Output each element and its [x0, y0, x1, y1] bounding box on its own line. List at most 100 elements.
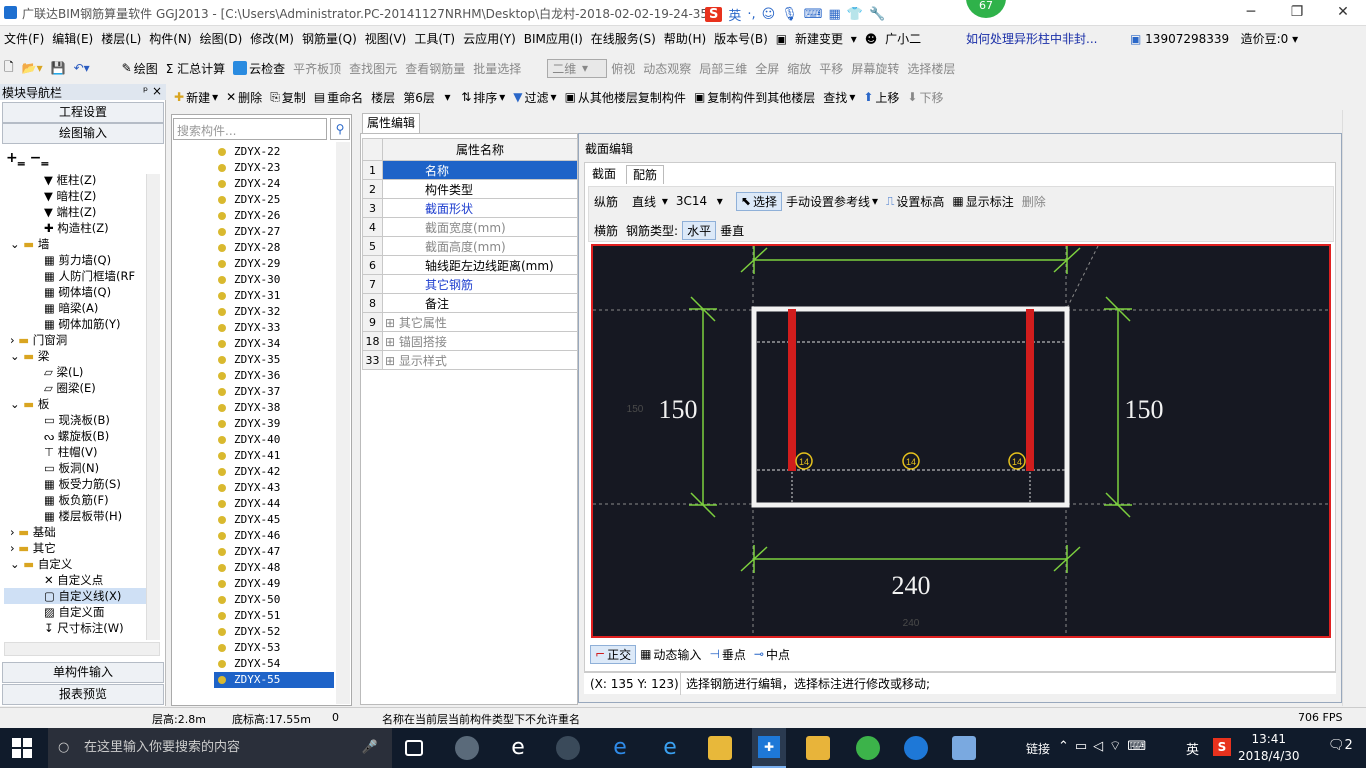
list-item[interactable]: ZDYX-37 [214, 384, 334, 400]
sort-button[interactable]: ⇅ 排序 ▾ [457, 89, 509, 106]
mic-icon[interactable]: 🎤 [362, 728, 378, 768]
sogou-tray-icon[interactable]: S [1213, 738, 1231, 756]
rebar-spec-select[interactable]: 3C14 ▾ [672, 194, 736, 208]
nav-pin-close[interactable]: ᵖ × [143, 84, 162, 98]
mic-icon[interactable]: 🎙 [781, 7, 798, 22]
search-icon[interactable]: ⚲ [330, 118, 350, 140]
tree-item[interactable]: ▦ 板负筋(F) [4, 492, 148, 508]
section-outline[interactable] [751, 306, 1070, 508]
undo-icon[interactable]: ↶▾ [70, 61, 94, 75]
main-scrollbar[interactable] [1342, 110, 1360, 706]
list-item[interactable]: ZDYX-44 [214, 496, 334, 512]
find-button[interactable]: 查找 ▾ [819, 89, 859, 106]
tree-item[interactable]: ᔓ 螺旋板(B) [4, 428, 148, 444]
list-item[interactable]: ZDYX-36 [214, 368, 334, 384]
tree-item[interactable]: ▦ 剪力墙(Q) [4, 252, 148, 268]
batch-select-button[interactable]: 批量选择 [469, 60, 525, 77]
copy-from-floor-button[interactable]: ▣ 从其他楼层复制构件 [561, 89, 690, 106]
filter-button[interactable]: ▼ 过滤 ▾ [509, 89, 560, 106]
list-item[interactable]: ZDYX-53 [214, 640, 334, 656]
notification-icon[interactable]: 🗨2 [1328, 738, 1353, 753]
menu-component[interactable]: 构件(N) [145, 30, 195, 47]
list-item[interactable]: ZDYX-31 [214, 288, 334, 304]
smile-icon[interactable]: ☺ [762, 7, 776, 22]
list-item[interactable]: ZDYX-46 [214, 528, 334, 544]
tree-item[interactable]: ▦ 板受力筋(S) [4, 476, 148, 492]
list-item[interactable]: ZDYX-40 [214, 432, 334, 448]
rotate-screen-button[interactable]: 屏幕旋转 [847, 60, 903, 77]
fullscreen-button[interactable]: 全屏 [751, 60, 783, 77]
floor-select[interactable]: 第6层 ▾ [399, 89, 457, 106]
open-file-icon[interactable]: 📂▾ [18, 61, 47, 75]
list-item[interactable]: ZDYX-25 [214, 192, 334, 208]
list-item[interactable]: ZDYX-30 [214, 272, 334, 288]
list-item[interactable]: ZDYX-48 [214, 560, 334, 576]
menu-file[interactable]: 文件(F) [0, 30, 48, 47]
section-canvas[interactable]: 14 14 14 150 150 240 150 240 [591, 244, 1331, 638]
tree-folder[interactable]: › ▬ 基础 [4, 524, 148, 540]
perpendicular-button[interactable]: ⊣ 垂点 [705, 646, 749, 663]
list-item[interactable]: ZDYX-41 [214, 448, 334, 464]
tab-property-edit[interactable]: 属性编辑 [362, 113, 420, 133]
task-view-icon[interactable] [405, 740, 423, 756]
cloud-check-button[interactable]: 云检查 [229, 60, 289, 77]
midpoint-button[interactable]: ⊸ 中点 [750, 646, 794, 663]
new-file-icon[interactable]: 🗋 [0, 58, 18, 79]
list-item[interactable]: ZDYX-43 [214, 480, 334, 496]
tree-item[interactable]: ▼ 暗柱(Z) [4, 188, 148, 204]
summary-calc-button[interactable]: Σ 汇总计算 [162, 60, 229, 77]
new-component-button[interactable]: ✚ 新建 ▾ [170, 89, 222, 106]
tree-folder[interactable]: ⌄ ▬ 墙 [4, 236, 148, 252]
score-badge[interactable]: 67 [966, 0, 1006, 18]
tree-item[interactable]: ▭ 现浇板(B) [4, 412, 148, 428]
taskbar-search[interactable]: ○ 在这里输入你要搜索的内容 🎤 [48, 728, 392, 768]
menu-bim[interactable]: BIM应用(I) [520, 30, 587, 47]
line-type-select[interactable]: 直线 ▾ [628, 193, 672, 210]
list-item[interactable]: ZDYX-38 [214, 400, 334, 416]
browser-icon[interactable] [556, 736, 580, 760]
single-input-button[interactable]: 单构件输入 [2, 662, 164, 683]
rebar-marker-1[interactable]: 14 [795, 452, 813, 470]
select-floor-button[interactable]: 选择楼层 [903, 60, 959, 77]
tab-rebar[interactable]: 配筋 [626, 165, 665, 184]
list-item[interactable]: ZDYX-27 [214, 224, 334, 240]
menu-modify[interactable]: 修改(M) [246, 30, 298, 47]
list-item[interactable]: ZDYX-22 [214, 144, 334, 160]
windows-start-icon[interactable] [12, 738, 32, 758]
find-element-button[interactable]: 查找图元 [345, 60, 401, 77]
list-item[interactable]: ZDYX-45 [214, 512, 334, 528]
tree-folder[interactable]: ⌄ ▬ 自定义 [4, 556, 148, 572]
horizontal-button[interactable]: 水平 [682, 220, 717, 240]
tree-item[interactable]: ▦ 楼层板带(H) [4, 508, 148, 524]
restore-button[interactable]: ❐ [1274, 0, 1320, 26]
ggj-app-taskbar[interactable]: ✚ [752, 728, 786, 768]
set-elevation-button[interactable]: ⎍ 设置标高 [882, 193, 948, 210]
skin-icon[interactable]: ▦ [829, 7, 841, 22]
flush-slab-button[interactable]: 平齐板顶 [289, 60, 345, 77]
punct-icon[interactable]: ·, [747, 7, 755, 22]
list-item[interactable]: ZDYX-34 [214, 336, 334, 352]
menu-draw[interactable]: 绘图(D) [196, 30, 247, 47]
list-item[interactable]: ZDYX-24 [214, 176, 334, 192]
copy-button[interactable]: ⎘ 复制 [266, 89, 310, 106]
tree-folder[interactable]: ⌄ ▬ 板 [4, 396, 148, 412]
select-tool-button[interactable]: ⬉ 选择 [735, 191, 782, 211]
tree-item[interactable]: ▦ 砌体墙(Q) [4, 284, 148, 300]
tree-folder[interactable]: › ▬ 其它 [4, 540, 148, 556]
tree-item-selected[interactable]: ▢ 自定义线(X) [4, 588, 148, 604]
view-rebar-button[interactable]: 查看钢筋量 [401, 60, 469, 77]
list-item-selected[interactable]: ZDYX-55 [214, 672, 334, 688]
notepad-icon[interactable] [806, 736, 830, 760]
ie-icon[interactable]: e [506, 736, 530, 760]
move-down-button[interactable]: ⬇ 下移 [903, 89, 947, 106]
list-item[interactable]: ZDYX-26 [214, 208, 334, 224]
table-row[interactable]: 5 截面高度(mm) [362, 236, 578, 256]
tray-link[interactable]: 链接 [1026, 740, 1050, 757]
menu-assistant[interactable]: ☻ 广小二 [861, 30, 929, 47]
tree-item[interactable]: ⊤ 柱帽(V) [4, 444, 148, 460]
tray-icons[interactable]: ⌃▭◁⌔⌨ [1058, 738, 1152, 754]
delete-button[interactable]: ✕ 删除 [222, 89, 266, 106]
menu-rebar-qty[interactable]: 钢筋量(Q) [298, 30, 361, 47]
local-3d-button[interactable]: 局部三维 [695, 60, 751, 77]
help-link[interactable]: 如何处理异形柱中非封... [966, 30, 1097, 47]
